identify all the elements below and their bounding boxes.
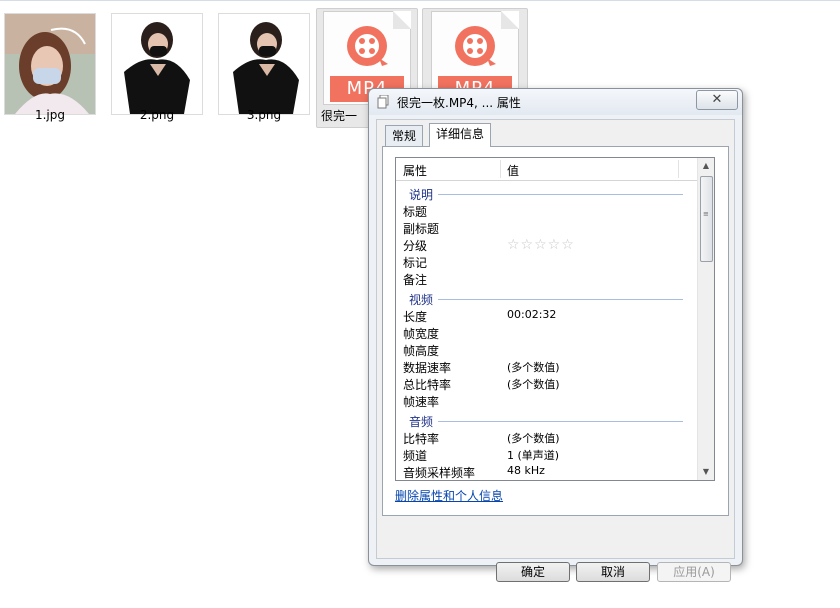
ok-button[interactable]: 确定 (496, 562, 570, 582)
property-rows: 说明 标题 副标题 分级 ☆☆☆☆☆ 标记 备注 视频 长度 00:02:32 帧宽… (396, 182, 697, 480)
top-border (0, 0, 840, 1)
property-row[interactable]: 数据速率 (多个数值) (396, 358, 697, 375)
properties-dialog: 很完一枚.MP4, ... 属性 ✕ 常规 详细信息 属性 值 说明 标题 副标… (368, 88, 743, 582)
property-row[interactable]: 标记 (396, 253, 697, 270)
group-label: 视频 (409, 293, 434, 307)
dialog-body: 常规 详细信息 属性 值 说明 标题 副标题 分级 ☆☆☆☆☆ 标记 备注 视频… (376, 119, 735, 582)
property-value: 48 kHz (507, 464, 545, 477)
file-item-1jpg[interactable]: 1.jpg (0, 10, 100, 126)
file-item-3png[interactable]: 3.png (214, 10, 314, 126)
property-name: 数据速率 (403, 361, 452, 375)
file-name: 很完一 (321, 109, 358, 123)
property-value: (多个数值) (507, 361, 560, 374)
column-divider[interactable] (678, 160, 679, 178)
property-name: 帧速率 (403, 395, 440, 409)
property-name: 帧宽度 (403, 327, 440, 341)
property-name: 音频采样频率 (403, 466, 476, 480)
property-row[interactable]: 备注 (396, 270, 697, 287)
property-row[interactable]: 分级 ☆☆☆☆☆ (396, 236, 697, 253)
tab-details[interactable]: 详细信息 (429, 123, 492, 147)
title-bar[interactable]: 很完一枚.MP4, ... 属性 ✕ (369, 89, 742, 115)
property-value: (多个数值) (507, 432, 560, 445)
group-video: 视频 (396, 287, 697, 307)
property-row[interactable]: 副标题 (396, 219, 697, 236)
property-name: 长度 (403, 310, 428, 324)
property-row[interactable]: 音频采样频率 48 kHz (396, 463, 697, 480)
property-list[interactable]: 属性 值 说明 标题 副标题 分级 ☆☆☆☆☆ 标记 备注 视频 长度 00:0… (395, 157, 715, 481)
group-label: 说明 (409, 188, 434, 202)
property-name: 副标题 (403, 222, 440, 236)
property-name: 帧高度 (403, 344, 440, 358)
column-divider[interactable] (500, 160, 501, 178)
apply-button[interactable]: 应用(A) (657, 562, 731, 582)
property-row[interactable]: 比特率 (多个数值) (396, 429, 697, 446)
group-label: 音频 (409, 415, 434, 429)
property-row[interactable]: 频道 1 (单声道) (396, 446, 697, 463)
property-row[interactable]: 总比特率 (多个数值) (396, 375, 697, 392)
group-audio: 音频 (396, 409, 697, 429)
remove-properties-link[interactable]: 删除属性和个人信息 (395, 487, 503, 504)
scroll-up-arrow-icon[interactable]: ▲ (698, 158, 714, 174)
group-description: 说明 (396, 182, 697, 202)
property-name: 分级 (403, 239, 428, 253)
property-name: 频道 (403, 449, 428, 463)
list-header: 属性 值 (396, 158, 697, 181)
file-name: 2.png (139, 108, 175, 122)
property-row[interactable]: 帧高度 (396, 341, 697, 358)
scroll-down-arrow-icon[interactable]: ▼ (698, 464, 714, 480)
property-name: 总比特率 (403, 378, 452, 392)
cancel-button[interactable]: 取消 (576, 562, 650, 582)
property-row[interactable]: 帧宽度 (396, 324, 697, 341)
property-name: 比特率 (403, 432, 440, 446)
tab-general[interactable]: 常规 (385, 125, 424, 146)
document-icon (377, 95, 389, 109)
property-value: 1 (单声道) (507, 449, 560, 462)
property-name: 备注 (403, 273, 428, 287)
png-thumbnail (218, 13, 310, 115)
vertical-scrollbar[interactable]: ▲ ≡ ▼ (697, 158, 714, 480)
close-button[interactable]: ✕ (696, 90, 738, 110)
property-row[interactable]: 帧速率 (396, 392, 697, 409)
file-item-2png[interactable]: 2.png (107, 10, 207, 126)
dialog-title: 很完一枚.MP4, ... 属性 (397, 96, 521, 110)
property-name: 标题 (403, 205, 428, 219)
property-value: (多个数值) (507, 378, 560, 391)
property-name: 标记 (403, 256, 428, 270)
file-name: 1.jpg (34, 108, 66, 122)
column-header-property[interactable]: 属性 (403, 162, 427, 179)
property-row[interactable]: 长度 00:02:32 (396, 307, 697, 324)
column-header-value[interactable]: 值 (507, 162, 519, 179)
photo-thumbnail (4, 13, 96, 115)
scrollbar-thumb[interactable]: ≡ (700, 176, 713, 262)
details-panel: 属性 值 说明 标题 副标题 分级 ☆☆☆☆☆ 标记 备注 视频 长度 00:0… (382, 146, 729, 516)
png-thumbnail (111, 13, 203, 115)
file-name: 3.png (246, 108, 282, 122)
rating-stars-icon[interactable]: ☆☆☆☆☆ (507, 237, 575, 253)
property-value: 00:02:32 (507, 308, 557, 321)
property-row[interactable]: 标题 (396, 202, 697, 219)
